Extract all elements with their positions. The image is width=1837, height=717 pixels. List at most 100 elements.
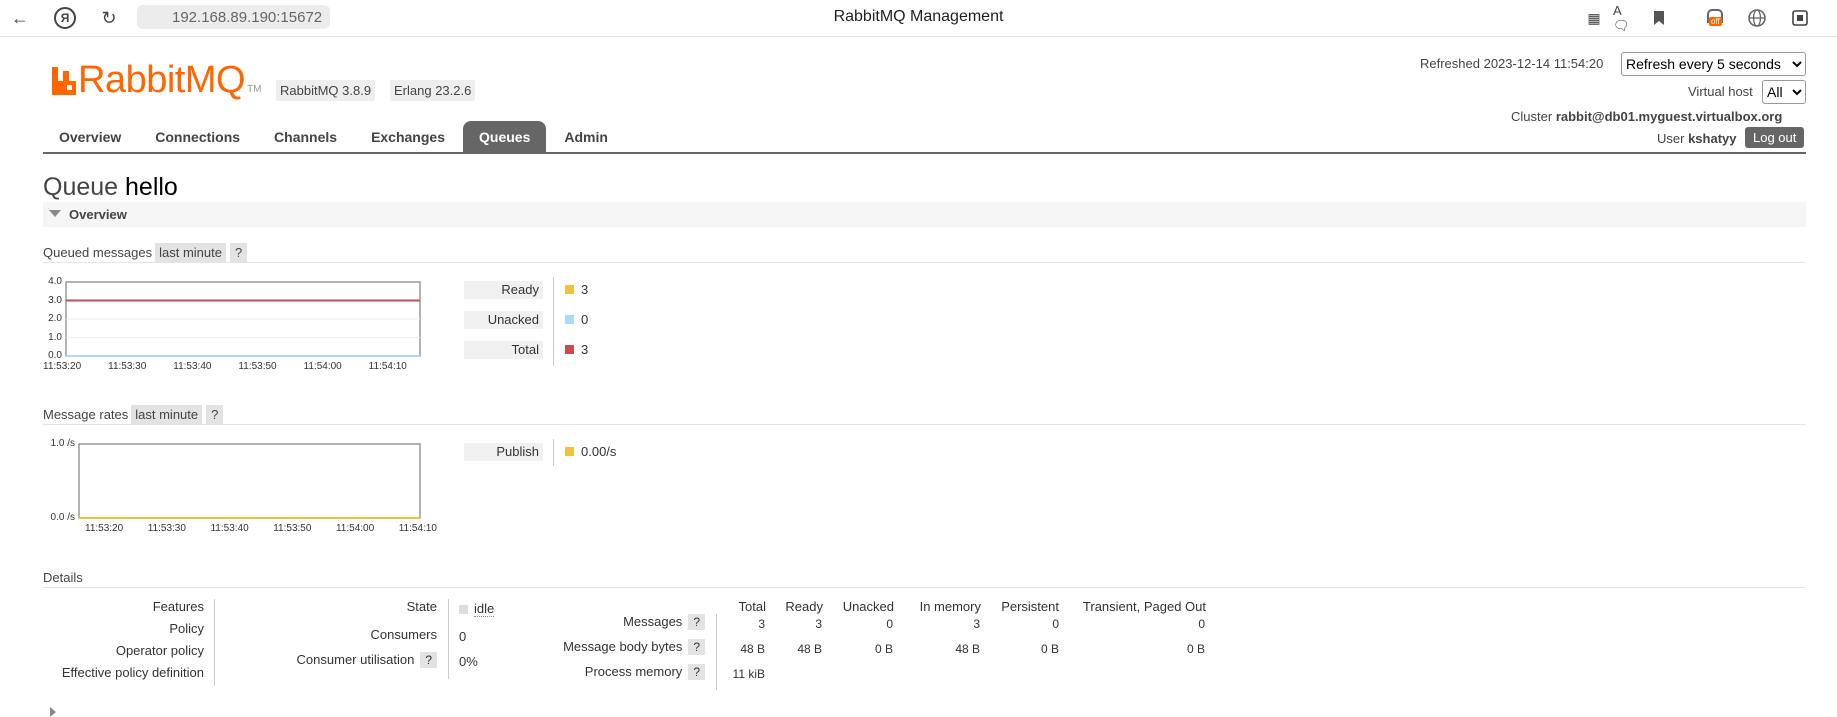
- translate-icon[interactable]: A🗨: [1613, 3, 1637, 33]
- table-cell: 0 B: [874, 642, 893, 656]
- page-title: Queue hello: [43, 173, 178, 202]
- consumer-utilisation-value: 0%: [459, 654, 478, 669]
- erlang-version-badge: Erlang 23.2.6: [390, 80, 476, 101]
- legend-label-ready: Ready: [464, 281, 543, 299]
- divider: [43, 262, 1806, 263]
- extensions-icon[interactable]: [1788, 6, 1812, 30]
- consumer-utilisation-help[interactable]: ?: [420, 652, 437, 668]
- x-tick-label: 11:54:00: [335, 523, 375, 534]
- message-rates-title: Message rates: [43, 407, 129, 422]
- message-rates-help[interactable]: ?: [206, 405, 224, 424]
- legend-value-text: 0: [581, 312, 589, 327]
- details-divider: [214, 599, 215, 686]
- table-cell: 0: [1198, 617, 1205, 631]
- cluster-info: Cluster rabbit@db01.myguest.virtualbox.o…: [1511, 109, 1782, 124]
- logout-button[interactable]: Log out: [1745, 127, 1805, 148]
- body-bytes-row-label: Message body bytes?: [540, 639, 705, 655]
- virtual-host-select[interactable]: All: [1762, 80, 1806, 104]
- rabbitmq-logo[interactable]: RabbitMQ TM: [52, 61, 262, 99]
- col-persistent: Persistent: [1001, 599, 1059, 614]
- y-tick-label: 1.0: [48, 331, 62, 343]
- rabbitmq-version-badge: RabbitMQ 3.8.9: [276, 80, 376, 101]
- messages-row-text: Messages: [623, 614, 683, 629]
- table-cell: 0 B: [1040, 642, 1059, 656]
- logo-trademark: TM: [247, 84, 262, 95]
- table-cell: 0: [886, 617, 893, 631]
- refresh-interval-select[interactable]: Refresh every 5 seconds: [1621, 52, 1806, 76]
- x-tick-label: 11:53:50: [238, 361, 277, 372]
- expand-triangle-icon[interactable]: [50, 707, 56, 717]
- bookmark-icon[interactable]: [1647, 6, 1671, 30]
- tab-admin[interactable]: Admin: [548, 121, 624, 153]
- overview-section-header[interactable]: Overview: [43, 202, 1806, 227]
- x-tick-label: 11:53:40: [173, 361, 212, 372]
- virtual-host-label: Virtual host: [1688, 84, 1753, 99]
- features-label: Features: [152, 599, 204, 614]
- cluster-label: Cluster: [1511, 109, 1553, 124]
- x-tick-label: 11:54:10: [398, 523, 437, 534]
- message-rates-range[interactable]: last minute: [131, 405, 203, 424]
- user-info: User kshatyy: [1657, 131, 1737, 146]
- main-nav-tabs: Overview Connections Channels Exchanges …: [43, 121, 626, 153]
- legend-value-publish: 0.00/s: [565, 444, 616, 459]
- effective-policy-label: Effective policy definition: [61, 665, 204, 680]
- legend-label-unacked: Unacked: [464, 311, 543, 329]
- queued-messages-header: Queued messages last minute?: [43, 243, 248, 262]
- x-tick-label: 11:54:00: [303, 361, 342, 372]
- table-cell: 48 B: [797, 642, 822, 656]
- details-divider: [448, 599, 449, 679]
- legend-divider: [553, 277, 554, 366]
- legend-divider: [553, 439, 554, 466]
- user-name: kshatyy: [1688, 131, 1737, 146]
- y-tick-label: 3.0: [48, 294, 62, 306]
- table-cell: 3: [973, 617, 980, 631]
- x-tick-label: 11:53:30: [108, 361, 147, 372]
- overview-section-title: Overview: [69, 207, 127, 222]
- y-tick-label: 2.0: [48, 313, 62, 324]
- legend-label-publish: Publish: [464, 443, 543, 461]
- consumers-value: 0: [459, 629, 467, 644]
- consumer-utilisation-text: Consumer utilisation: [296, 652, 415, 667]
- y-tick-label: 0.0 /s: [50, 512, 75, 523]
- col-in-memory: In memory: [919, 599, 981, 614]
- page-title-prefix: Queue: [43, 173, 119, 201]
- queued-messages-title: Queued messages: [43, 245, 153, 260]
- refreshed-timestamp: Refreshed 2023-12-14 11:54:20: [1420, 56, 1604, 71]
- queued-messages-help[interactable]: ?: [230, 243, 248, 262]
- globe-icon[interactable]: [1745, 6, 1769, 30]
- chart-frame: [78, 443, 421, 519]
- x-tick-label: 11:53:50: [273, 523, 312, 534]
- legend-swatch: [565, 345, 574, 354]
- table-cell: 48 B: [955, 642, 980, 656]
- col-ready: Ready: [785, 599, 823, 614]
- x-tick-label: 11:53:40: [210, 523, 249, 534]
- operator-policy-label: Operator policy: [115, 643, 204, 658]
- x-tick-label: 11:54:10: [368, 361, 407, 372]
- tab-overview[interactable]: Overview: [43, 121, 137, 153]
- divider: [43, 587, 1806, 588]
- collapse-triangle-icon: [49, 210, 61, 217]
- tab-connections[interactable]: Connections: [139, 121, 256, 153]
- user-label: User: [1657, 131, 1685, 146]
- x-tick-label: 11:53:30: [147, 523, 186, 534]
- process-memory-row-text: Process memory: [584, 664, 683, 679]
- consumer-utilisation-label: Consumer utilisation?: [230, 652, 437, 668]
- tab-channels[interactable]: Channels: [258, 121, 353, 153]
- y-tick-label: 1.0 /s: [50, 438, 75, 449]
- site-settings-icon[interactable]: ▦: [1582, 6, 1606, 30]
- legend-swatch: [565, 447, 574, 456]
- queued-messages-range[interactable]: last minute: [155, 243, 226, 262]
- y-tick-label: 4.0: [48, 276, 62, 287]
- legend-value-text: 3: [581, 342, 589, 357]
- state-text: idle: [474, 601, 495, 617]
- vpn-off-extension-icon[interactable]: off: [1703, 6, 1727, 30]
- browser-toolbar: ← Я ↻ ! 192.168.89.190:15672 RabbitMQ Ma…: [0, 0, 1837, 37]
- legend-value-total: 3: [565, 342, 588, 357]
- queue-name: hello: [125, 173, 178, 201]
- message-rates-header: Message rates last minute?: [43, 405, 224, 424]
- tab-exchanges[interactable]: Exchanges: [355, 121, 461, 153]
- table-cell: 0: [1052, 617, 1059, 631]
- browser-page-title: RabbitMQ Management: [833, 8, 1004, 25]
- legend-label-total: Total: [464, 341, 543, 359]
- tab-queues[interactable]: Queues: [463, 121, 547, 153]
